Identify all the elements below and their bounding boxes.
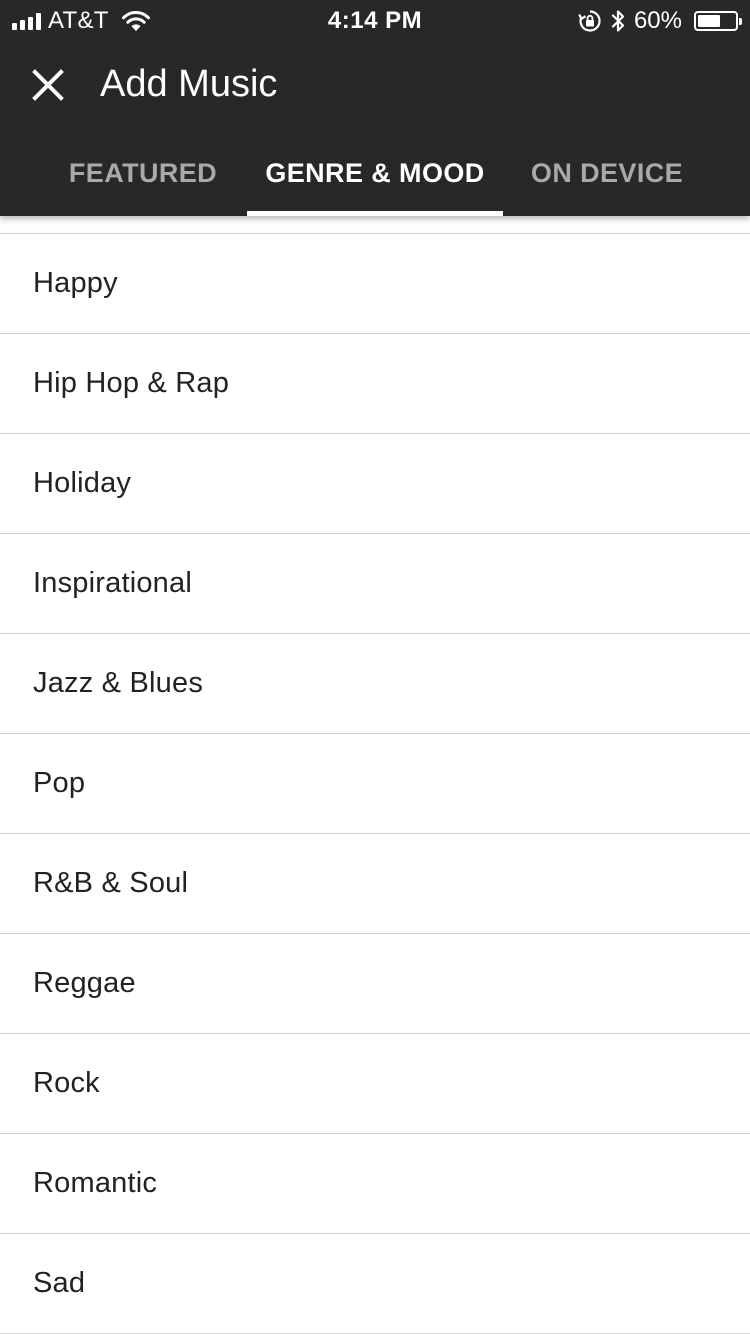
- genre-list: Happy Hip Hop & Rap Holiday Inspirationa…: [0, 233, 750, 1334]
- battery-percent: 60%: [633, 7, 682, 34]
- page-title: Add Music: [100, 63, 278, 105]
- tab-genre-mood[interactable]: GENRE & MOOD: [247, 130, 503, 216]
- bluetooth-icon: [611, 10, 625, 32]
- genre-item-holiday[interactable]: Holiday: [0, 434, 750, 534]
- genre-item-jazz-blues[interactable]: Jazz & Blues: [0, 634, 750, 734]
- status-right: 60%: [578, 7, 742, 35]
- genre-item-reggae[interactable]: Reggae: [0, 934, 750, 1034]
- genre-item-rock[interactable]: Rock: [0, 1034, 750, 1134]
- genre-item-inspirational[interactable]: Inspirational: [0, 534, 750, 634]
- header: AT&T 4:14 PM 60% Add Music FEATURED GENR…: [0, 0, 750, 216]
- battery-level: [698, 15, 720, 27]
- screen: AT&T 4:14 PM 60% Add Music FEATURED GENR…: [0, 0, 750, 1334]
- tab-featured[interactable]: FEATURED: [38, 130, 248, 216]
- active-tab-indicator: [247, 211, 503, 216]
- genre-item-sad[interactable]: Sad: [0, 1234, 750, 1334]
- status-bar: AT&T 4:14 PM 60%: [0, 0, 750, 40]
- genre-item-hip-hop-rap[interactable]: Hip Hop & Rap: [0, 334, 750, 434]
- genre-item-happy[interactable]: Happy: [0, 234, 750, 334]
- rotation-lock-icon: [578, 10, 601, 32]
- battery-icon: [694, 11, 742, 31]
- genre-item-romantic[interactable]: Romantic: [0, 1134, 750, 1234]
- tab-bar: FEATURED GENRE & MOOD ON DEVICE: [0, 130, 750, 216]
- close-icon: [32, 69, 64, 101]
- close-button[interactable]: [22, 59, 74, 111]
- genre-item-rnb-soul[interactable]: R&B & Soul: [0, 834, 750, 934]
- genre-item-pop[interactable]: Pop: [0, 734, 750, 834]
- tab-on-device[interactable]: ON DEVICE: [503, 130, 711, 216]
